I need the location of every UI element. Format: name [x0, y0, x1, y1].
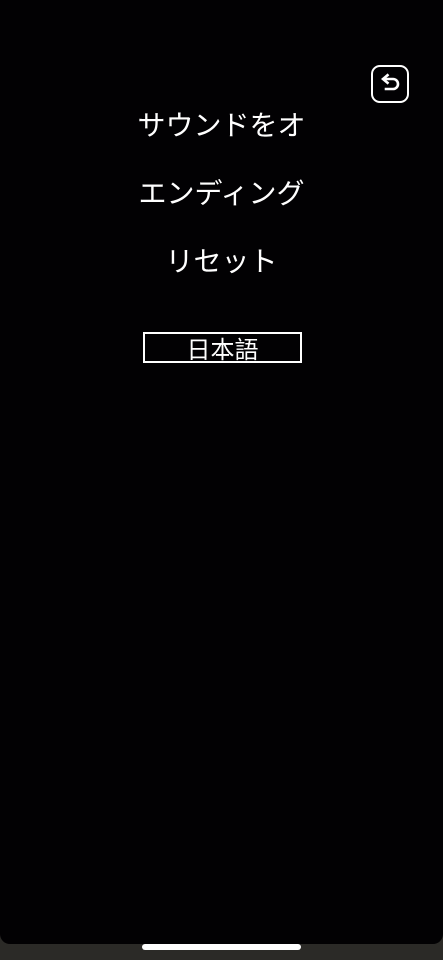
reset-button[interactable]: リセット [0, 244, 443, 280]
undo-arrow-icon [378, 73, 402, 95]
ending-button[interactable]: エンディング [0, 176, 443, 212]
settings-panel: サウンドをオ エンディング リセット 日本語 [0, 0, 443, 944]
sound-toggle-button[interactable]: サウンドをオ [0, 108, 443, 144]
screen: サウンドをオ エンディング リセット 日本語 [0, 0, 443, 960]
language-button[interactable]: 日本語 [143, 332, 302, 364]
home-indicator[interactable] [142, 944, 301, 950]
back-button[interactable] [371, 65, 409, 103]
language-label: 日本語 [186, 336, 259, 364]
